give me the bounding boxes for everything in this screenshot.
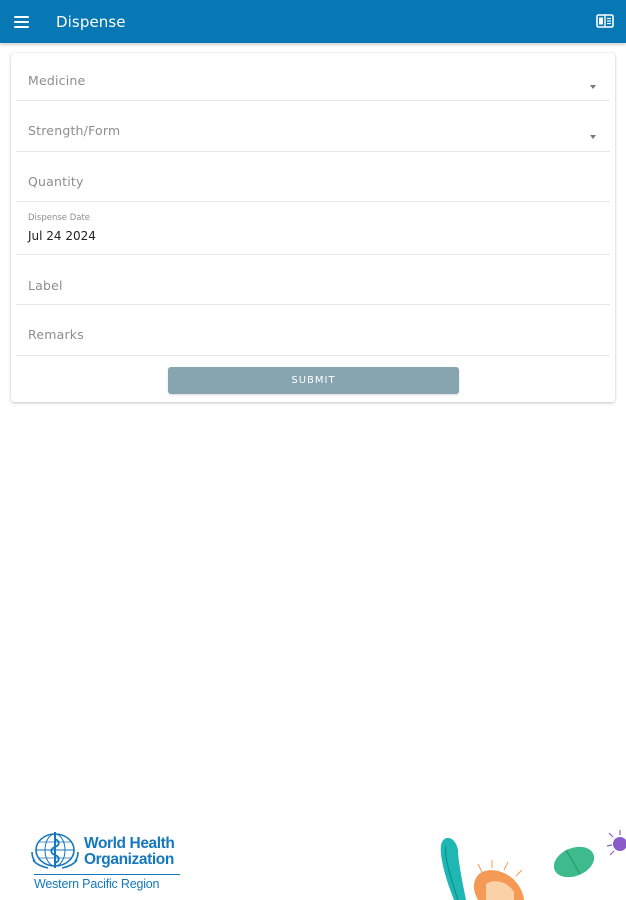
medicine-select[interactable]: Medicine <box>16 53 610 101</box>
quantity-placeholder: Quantity <box>28 174 84 189</box>
strength-form-select[interactable]: Strength/Form <box>16 101 610 152</box>
remarks-field[interactable]: Remarks <box>16 305 610 356</box>
who-logo: World Health Organization Western Pacifi… <box>30 830 190 894</box>
who-name: World Health Organization <box>84 836 175 868</box>
menu-icon[interactable] <box>14 14 36 30</box>
label-field[interactable]: Label <box>16 255 610 305</box>
label-placeholder: Label <box>28 278 63 293</box>
chevron-down-icon[interactable] <box>590 85 596 89</box>
medicine-placeholder: Medicine <box>28 73 86 88</box>
app-bar: Dispense <box>0 0 626 43</box>
microbes-illustration <box>440 830 626 900</box>
strength-form-placeholder: Strength/Form <box>28 123 121 138</box>
who-name-line1: World Health <box>84 835 175 852</box>
quantity-field[interactable]: Quantity <box>16 152 610 202</box>
remarks-placeholder: Remarks <box>28 327 84 342</box>
who-region: Western Pacific Region <box>34 877 160 891</box>
dispense-form-card: Medicine Strength/Form Quantity Dispense… <box>11 53 615 402</box>
dispense-date-label: Dispense Date <box>28 213 91 223</box>
chevron-down-icon[interactable] <box>590 135 596 139</box>
logo-divider <box>34 874 180 875</box>
page-title: Dispense <box>56 12 126 31</box>
book-icon[interactable] <box>596 13 614 29</box>
submit-button[interactable]: SUBMIT <box>168 367 459 394</box>
who-name-line2: Organization <box>84 851 174 868</box>
dispense-date-value: Jul 24 2024 <box>28 229 96 243</box>
dispense-date-field[interactable]: Dispense Date Jul 24 2024 <box>16 202 610 255</box>
who-emblem-icon <box>31 832 79 869</box>
